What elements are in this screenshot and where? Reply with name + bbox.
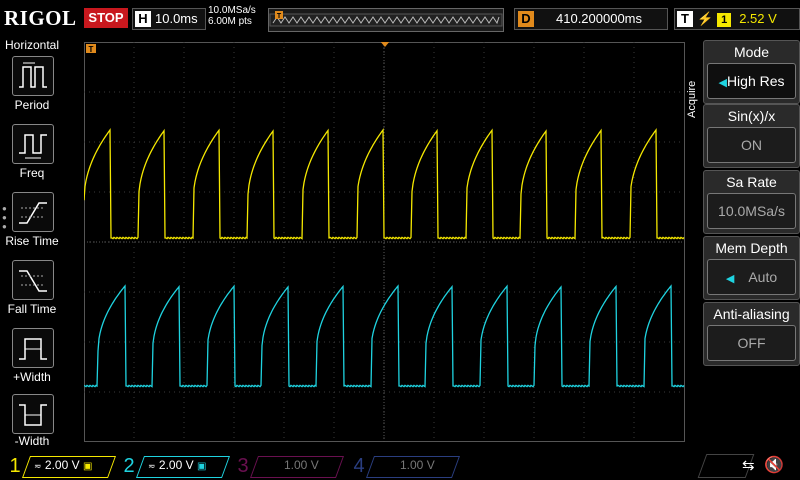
period-label: Period [14, 98, 50, 112]
negative-width-label: -Width [14, 434, 50, 448]
frequency-icon [19, 134, 47, 159]
trigger-edge-icon: ⚡ [697, 11, 714, 26]
sinx-menu-item[interactable]: Sin(x)/x ON [703, 104, 800, 168]
usb-icon: ⇆ [742, 457, 755, 474]
period-icon [19, 62, 47, 88]
trigger-source-badge: 1 [717, 13, 732, 27]
memory-points-text: 6.00M pts [208, 16, 252, 27]
channel-1-status[interactable]: 1 ≂ 2.00 V ▣ [4, 454, 117, 478]
channel-2-scale-text: 2.00 V [158, 458, 194, 472]
timebase-box[interactable]: H 10.0ms [132, 8, 206, 30]
channel-2-status[interactable]: 2 ≂ 2.00 V ▣ [118, 454, 231, 478]
negative-width-icon [19, 404, 47, 426]
mem-depth-value-text: Auto [748, 269, 778, 285]
mode-value-text: High Res [726, 73, 785, 89]
mem-depth-menu-item[interactable]: Mem Depth ◀ Auto [703, 236, 800, 300]
sound-muted-icon[interactable]: 🔇 [764, 455, 784, 475]
memory-position-bar[interactable]: T [268, 8, 504, 32]
mode-title: Mode [733, 44, 770, 60]
channel-4-scale: 1.00 V [400, 458, 435, 472]
sa-rate-value: 10.0MSa/s [707, 193, 796, 229]
mode-menu-item[interactable]: Mode ◀High Res [703, 40, 800, 104]
anti-aliasing-menu-item[interactable]: Anti-aliasing OFF [703, 302, 800, 366]
freq-button[interactable] [12, 124, 54, 164]
negative-width-button[interactable] [12, 394, 54, 434]
bandwidth-icon: ▣ [196, 461, 207, 472]
sinx-title: Sin(x)/x [727, 108, 776, 124]
channel-1-scale-text: 2.00 V [44, 458, 80, 472]
run-stop-status[interactable]: STOP [84, 8, 128, 28]
memory-position-waveform: T [269, 11, 503, 27]
brand-logo: RIGOL [4, 6, 77, 30]
sample-rate-text: 10.0MSa/s [208, 5, 256, 16]
graticule [84, 42, 685, 442]
mem-depth-title: Mem Depth [715, 240, 788, 256]
left-panel-title: Horizontal [4, 38, 60, 52]
timebase-value: 10.0ms [155, 11, 198, 26]
rise-time-icon [19, 202, 47, 224]
rise-time-label: Rise Time [5, 234, 59, 248]
sinx-value: ON [707, 127, 796, 163]
horizontal-badge: H [135, 11, 151, 27]
mode-value: ◀High Res [707, 63, 796, 99]
delay-badge: D [518, 11, 534, 27]
fall-time-button[interactable] [12, 260, 54, 300]
channel-3-status[interactable]: 3 1.00 V [232, 454, 345, 478]
anti-aliasing-title: Anti-aliasing [713, 306, 790, 322]
mem-depth-arrow-icon: ◀ [725, 273, 735, 285]
rise-time-button[interactable] [12, 192, 54, 232]
channel-2-scale: ≂ 2.00 V ▣ [148, 458, 206, 472]
bandwidth-icon: ▣ [82, 461, 93, 472]
channel-status-bar: 1 ≂ 2.00 V ▣ 2 ≂ 2.00 V ▣ 3 1.00 V 4 1.0… [0, 452, 800, 480]
delay-value: 410.200000ms [556, 11, 643, 26]
page-indicator-icon: ● ● ● [2, 204, 7, 231]
horizontal-measure-panel: Horizontal Period Freq Rise Time ● ● ● Fal… [0, 36, 64, 450]
coupling-icon: ≂ [148, 461, 156, 471]
sa-rate-menu-item[interactable]: Sa Rate 10.0MSa/s [703, 170, 800, 234]
anti-aliasing-value: OFF [707, 325, 796, 361]
memory-trigger-marker: T [277, 13, 282, 20]
fall-time-label: Fall Time [7, 302, 57, 316]
top-bar: RIGOL STOP H 10.0ms 10.0MSa/s 6.00M pts T… [0, 0, 800, 34]
coupling-icon: ≂ [34, 461, 42, 471]
channel-1-waveform [84, 127, 685, 240]
channel-1-scale: ≂ 2.00 V ▣ [34, 458, 92, 472]
trigger-top-label: T [89, 45, 94, 54]
channel-3-scale: 1.00 V [284, 458, 319, 472]
trigger-level-value: 2.52 V [739, 11, 777, 26]
sa-rate-title: Sa Rate [726, 174, 777, 190]
selector-arrow-icon: ◀ [718, 77, 727, 89]
positive-width-icon [19, 338, 47, 360]
delay-box[interactable]: D 410.200000ms [514, 8, 668, 30]
trigger-position-marker [380, 42, 390, 47]
channel-4-status[interactable]: 4 1.00 V [348, 454, 461, 478]
fall-time-icon [19, 270, 47, 292]
positive-width-label: +Width [13, 370, 51, 384]
freq-label: Freq [19, 166, 45, 180]
menu-section-label: Acquire [686, 80, 698, 118]
mem-depth-value: ◀ Auto [707, 259, 796, 295]
period-button[interactable] [12, 56, 54, 96]
acquisition-info: 10.0MSa/s 6.00M pts [208, 5, 256, 27]
trigger-box[interactable]: T ⚡ 1 2.52 V [674, 8, 800, 30]
waveform-display[interactable]: 1 2 T T [84, 42, 686, 442]
trigger-badge: T [677, 11, 693, 27]
positive-width-button[interactable] [12, 328, 54, 368]
